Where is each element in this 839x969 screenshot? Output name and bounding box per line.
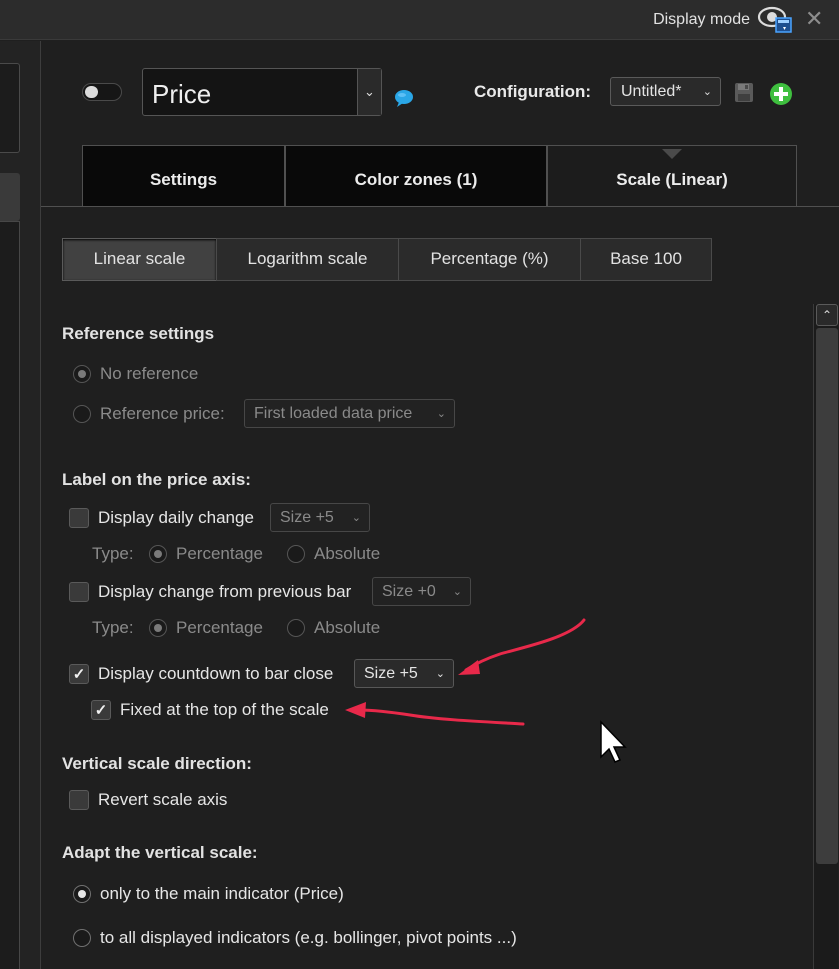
no-reference-label: No reference bbox=[100, 364, 199, 383]
adapt-scale-heading: Adapt the vertical scale: bbox=[62, 843, 258, 862]
left-panel-box bbox=[0, 63, 20, 153]
vertical-direction-heading: Vertical scale direction: bbox=[62, 754, 252, 773]
daily-change-percentage-label: Percentage bbox=[176, 544, 263, 563]
tab-scale[interactable]: Scale (Linear) bbox=[547, 145, 797, 207]
scrollbar-thumb[interactable] bbox=[816, 328, 838, 864]
change-prev-size-value: Size +0 bbox=[382, 583, 436, 600]
fixed-top-label: Fixed at the top of the scale bbox=[120, 700, 329, 719]
revert-scale-label: Revert scale axis bbox=[98, 790, 228, 809]
indicator-select[interactable]: Price ⌄ bbox=[142, 68, 382, 116]
toggle-knob bbox=[85, 86, 98, 98]
change-prev-size-select[interactable]: Size +0 ⌄ bbox=[372, 577, 471, 606]
chevron-down-icon: ⌄ bbox=[436, 408, 446, 420]
reference-price-radio[interactable] bbox=[73, 405, 91, 423]
tab-settings[interactable]: Settings bbox=[82, 145, 285, 207]
fixed-top-checkbox[interactable]: ✓ bbox=[91, 700, 111, 720]
display-mode-label[interactable]: Display mode bbox=[653, 11, 750, 29]
indicator-select-value: Price bbox=[152, 79, 212, 109]
chevron-down-icon: ⌄ bbox=[435, 668, 445, 680]
mouse-cursor-icon bbox=[600, 720, 627, 763]
chevron-down-icon: ⌄ bbox=[351, 512, 361, 524]
daily-change-absolute-label: Absolute bbox=[314, 544, 381, 563]
daily-change-absolute-radio[interactable] bbox=[287, 545, 305, 563]
reference-price-label: Reference price: bbox=[100, 404, 225, 423]
tab-divider bbox=[41, 206, 839, 207]
countdown-checkbox[interactable]: ✓ bbox=[69, 664, 89, 684]
daily-change-percentage-radio[interactable] bbox=[149, 545, 167, 563]
change-prev-percentage-label: Percentage bbox=[176, 618, 263, 637]
change-prev-bar-checkbox[interactable] bbox=[69, 582, 89, 602]
adapt-main-radio[interactable] bbox=[73, 885, 91, 903]
adapt-main-label: only to the main indicator (Price) bbox=[100, 884, 344, 903]
change-prev-percentage-radio[interactable] bbox=[149, 619, 167, 637]
adapt-all-radio[interactable] bbox=[73, 929, 91, 947]
no-reference-radio[interactable] bbox=[73, 365, 91, 383]
add-icon[interactable] bbox=[769, 82, 793, 106]
label-axis-heading: Label on the price axis: bbox=[62, 470, 251, 489]
base-100-button[interactable]: Base 100 bbox=[580, 238, 712, 281]
tab-color-zones[interactable]: Color zones (1) bbox=[285, 145, 547, 207]
daily-change-checkbox[interactable] bbox=[69, 508, 89, 528]
reference-price-select[interactable]: First loaded data price ⌄ bbox=[244, 399, 455, 428]
percentage-scale-button[interactable]: Percentage (%) bbox=[398, 238, 581, 281]
revert-scale-checkbox[interactable] bbox=[69, 790, 89, 810]
annotation-arrow-icon bbox=[345, 702, 525, 726]
left-panel-tab[interactable] bbox=[0, 173, 20, 221]
countdown-size-value: Size +5 bbox=[364, 665, 418, 682]
daily-change-label: Display daily change bbox=[98, 508, 254, 527]
daily-change-size-value: Size +5 bbox=[280, 509, 334, 526]
title-bar: Display mode ✕ bbox=[0, 0, 839, 40]
change-prev-absolute-radio[interactable] bbox=[287, 619, 305, 637]
logarithm-scale-button[interactable]: Logarithm scale bbox=[216, 238, 399, 281]
countdown-size-select[interactable]: Size +5 ⌄ bbox=[354, 659, 454, 688]
save-icon[interactable] bbox=[734, 82, 754, 103]
reference-price-value: First loaded data price bbox=[254, 405, 413, 422]
chevron-down-icon: ⌄ bbox=[702, 86, 712, 98]
change-prev-absolute-label: Absolute bbox=[314, 618, 381, 637]
chevron-down-icon: ⌄ bbox=[357, 69, 381, 115]
chat-bubble-icon[interactable] bbox=[393, 88, 415, 108]
configuration-select[interactable]: Untitled* ⌄ bbox=[610, 77, 721, 106]
adapt-all-label: to all displayed indicators (e.g. bollin… bbox=[100, 928, 517, 947]
change-prev-bar-label: Display change from previous bar bbox=[98, 582, 352, 601]
chevron-up-icon[interactable]: ⌃ bbox=[816, 304, 838, 326]
daily-change-size-select[interactable]: Size +5 ⌄ bbox=[270, 503, 370, 532]
reference-settings-heading: Reference settings bbox=[62, 324, 215, 343]
scrollbar[interactable]: ⌃ bbox=[813, 304, 838, 969]
close-icon[interactable]: ✕ bbox=[805, 8, 823, 30]
annotation-arrow-icon bbox=[458, 618, 586, 675]
eye-monitor-icon[interactable] bbox=[757, 4, 793, 36]
chevron-down-icon: ⌄ bbox=[452, 586, 462, 598]
daily-change-type-label: Type: bbox=[92, 544, 134, 563]
configuration-label: Configuration: bbox=[474, 82, 592, 101]
countdown-label: Display countdown to bar close bbox=[98, 664, 334, 683]
left-panel bbox=[0, 41, 41, 969]
indicator-visibility-toggle[interactable] bbox=[82, 83, 122, 101]
linear-scale-button[interactable]: Linear scale bbox=[62, 238, 217, 281]
left-panel-list bbox=[0, 221, 20, 969]
change-prev-type-label: Type: bbox=[92, 618, 134, 637]
configuration-value: Untitled* bbox=[621, 83, 682, 100]
